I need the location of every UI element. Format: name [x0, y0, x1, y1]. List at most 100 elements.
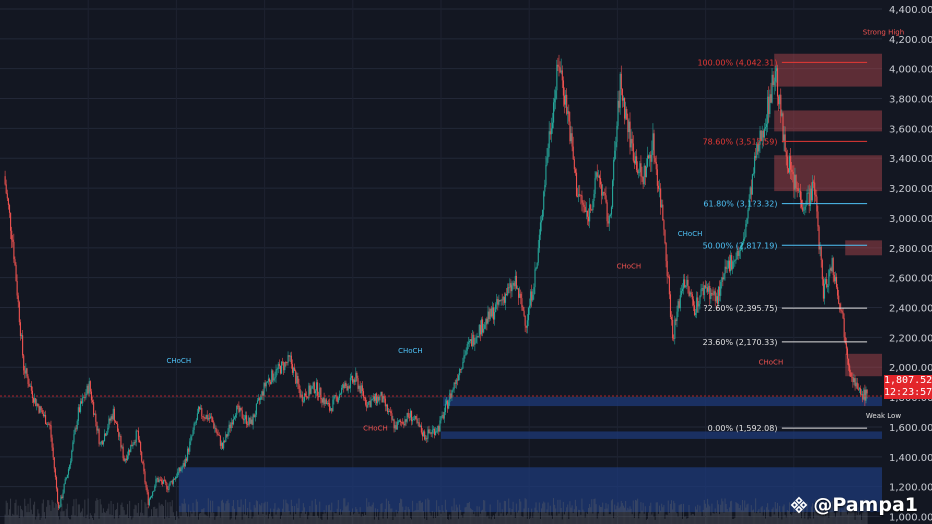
candle-body	[259, 398, 261, 400]
candle-body	[483, 328, 485, 333]
candle-body	[782, 113, 784, 141]
volume-bar	[485, 511, 487, 524]
volume-bar	[317, 515, 319, 524]
volume-bar	[825, 515, 827, 524]
volume-bar	[149, 516, 151, 524]
volume-bar	[754, 512, 756, 524]
candle-body	[865, 389, 867, 401]
volume-bar	[813, 518, 815, 524]
price-chart[interactable]: 100.00% (4,042.31)78.60% (3,512.59)61.80…	[0, 0, 932, 524]
volume-bar	[451, 506, 453, 524]
candle-body	[157, 478, 159, 483]
candle-body	[843, 318, 845, 338]
volume-bar	[240, 499, 242, 524]
candle-body	[534, 269, 536, 288]
candle-body	[659, 188, 661, 190]
volume-bar	[190, 510, 192, 524]
volume-bar	[248, 518, 250, 524]
candle-body	[496, 299, 498, 305]
volume-bar	[337, 500, 339, 524]
candle-body	[423, 431, 425, 437]
volume-bar	[660, 510, 662, 524]
candle-body	[555, 90, 557, 99]
candle-body	[73, 434, 75, 443]
volume-bar	[474, 511, 476, 524]
candle-body	[352, 376, 354, 383]
volume-bar	[98, 518, 100, 524]
candle-body	[112, 408, 114, 420]
candle-body	[530, 291, 532, 306]
candle-body	[196, 413, 198, 421]
volume-bar	[428, 499, 430, 524]
volume-bar	[330, 510, 332, 524]
volume-bar	[282, 508, 284, 524]
candle-body	[681, 288, 684, 291]
candle-body	[543, 191, 545, 210]
candle-body	[226, 434, 228, 437]
candle-body	[601, 184, 603, 196]
volume-bar	[728, 507, 730, 524]
volume-bar	[752, 509, 754, 524]
candle-body	[286, 362, 288, 364]
volume-bar	[527, 507, 529, 524]
candle-body	[771, 74, 773, 103]
volume-bar	[344, 498, 346, 524]
candle-body	[835, 276, 838, 288]
candle-body	[683, 279, 685, 289]
candle-body	[487, 311, 489, 324]
candle-body	[69, 465, 71, 470]
candle-body	[384, 398, 386, 407]
volume-bar	[531, 508, 533, 524]
candle-body	[624, 97, 626, 119]
volume-bar	[370, 506, 372, 524]
volume-bar	[306, 511, 308, 524]
structure-label: CHoCH	[167, 357, 192, 365]
volume-bar	[497, 499, 499, 524]
volume-bar	[323, 510, 325, 524]
volume-bar	[171, 500, 173, 524]
candle-body	[231, 422, 233, 425]
candle-body	[39, 406, 41, 413]
volume-bar	[427, 498, 429, 524]
candle-body	[394, 425, 396, 429]
candle-body	[117, 423, 119, 432]
volume-bar	[339, 509, 341, 524]
candle-body	[143, 463, 145, 472]
volume-bar	[318, 517, 320, 524]
volume-bar	[113, 518, 115, 524]
price-axis[interactable]: 4,400.004,200.004,000.003,800.003,600.00…	[889, 5, 932, 524]
volume-bar	[217, 506, 219, 524]
candle-body	[364, 397, 366, 399]
volume-bar	[206, 516, 208, 524]
volume-bar	[499, 502, 501, 524]
volume-bar	[433, 511, 435, 524]
candle-body	[391, 413, 393, 420]
candle-body	[697, 297, 699, 307]
volume-bar	[87, 498, 89, 524]
volume-bar	[558, 513, 560, 524]
candle-body	[84, 397, 86, 399]
candle-body	[440, 416, 442, 421]
candle-body	[209, 416, 212, 419]
candle-body	[467, 342, 469, 345]
volume-bar	[294, 505, 296, 524]
volume-bar	[96, 498, 98, 524]
volume-bar	[228, 503, 230, 524]
candle-body	[82, 397, 84, 404]
candle-body	[160, 479, 162, 482]
volume-bar	[412, 500, 414, 524]
volume-bar	[699, 505, 701, 524]
volume-bar	[640, 502, 642, 524]
candle-body	[689, 292, 691, 296]
candle-body	[230, 422, 232, 429]
candle-body	[750, 187, 752, 195]
candle-body	[854, 378, 856, 387]
candle-body	[811, 181, 814, 201]
candle-body	[138, 439, 141, 443]
volume-bar	[85, 518, 87, 524]
volume-bar	[63, 510, 65, 524]
candle-body	[247, 424, 249, 426]
candle-body	[654, 157, 656, 162]
volume-bar	[143, 515, 145, 524]
candle-body	[254, 414, 256, 418]
